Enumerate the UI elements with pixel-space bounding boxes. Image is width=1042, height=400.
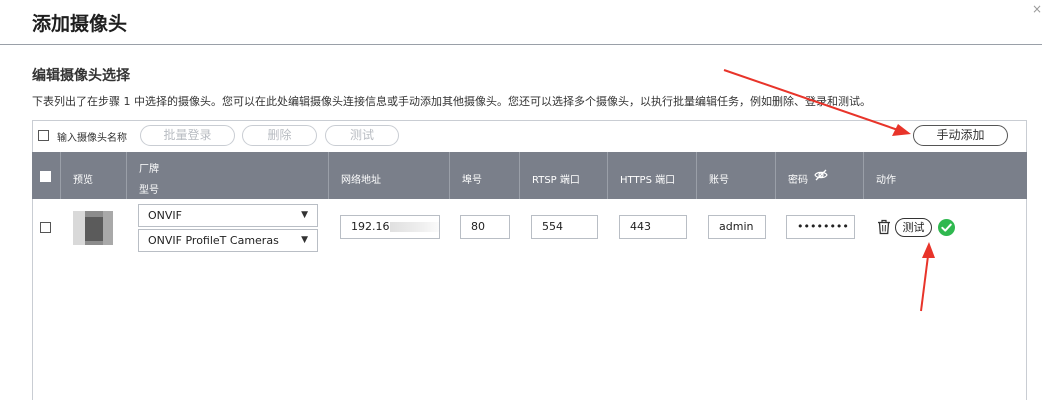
chevron-down-icon: ▼ [301, 210, 308, 220]
col-model: 型号 [139, 185, 159, 196]
col-vendor: 厂牌 [139, 164, 159, 175]
rtsp-port-input[interactable]: 554 [531, 215, 598, 239]
section-title: 编辑摄像头选择 [32, 68, 130, 84]
col-account: 账号 [696, 152, 775, 199]
port-input[interactable]: 80 [460, 215, 510, 239]
col-preview: 预览 [60, 152, 126, 199]
dialog-title: 添加摄像头 [32, 13, 128, 35]
col-address: 网络地址 [328, 152, 449, 199]
vendor-select[interactable]: ONVIF ▼ [138, 204, 318, 227]
select-all-checkbox[interactable] [40, 171, 51, 182]
dialog-header: 添加摄像头 × [0, 0, 1042, 45]
test-button[interactable]: 测试 [325, 125, 399, 146]
batch-login-button[interactable]: 批量登录 [140, 125, 235, 146]
delete-button[interactable]: 删除 [242, 125, 317, 146]
password-input[interactable]: •••••••• [786, 215, 855, 239]
camera-preview-thumbnail [73, 211, 113, 245]
close-icon[interactable]: × [1032, 2, 1042, 16]
model-select[interactable]: ONVIF ProfileT Cameras ▼ [138, 229, 318, 252]
col-action: 动作 [863, 152, 1027, 199]
trash-icon[interactable] [877, 219, 891, 235]
toolbar: 输入摄像头名称 批量登录 删除 测试 手动添加 [32, 125, 1027, 147]
col-https-port: HTTPS 端口 [607, 152, 696, 199]
col-port: 埠号 [449, 152, 519, 199]
eye-off-icon[interactable] [814, 168, 828, 182]
account-input[interactable]: admin [708, 215, 766, 239]
row-checkbox[interactable] [40, 222, 51, 233]
https-port-input[interactable]: 443 [619, 215, 687, 239]
col-password: 密码 [775, 152, 863, 199]
table-row: ONVIF ▼ ONVIF ProfileT Cameras ▼ 192.16 … [32, 199, 1027, 269]
select-all-checkbox-toolbar[interactable] [38, 130, 49, 141]
table-header: 预览 厂牌 型号 网络地址 埠号 RTSP 端口 HTTPS 端口 账号 密码 … [32, 152, 1027, 199]
check-circle-icon [938, 219, 955, 236]
col-vendor-model: 厂牌 型号 [126, 152, 328, 199]
row-test-button[interactable]: 测试 [895, 218, 932, 237]
section-description: 下表列出了在步骤 1 中选择的摄像头。您可以在此处编辑摄像头连接信息或手动添加其… [32, 95, 871, 108]
manual-add-button[interactable]: 手动添加 [913, 125, 1008, 146]
col-rtsp-port: RTSP 端口 [519, 152, 607, 199]
camera-name-search-input[interactable]: 输入摄像头名称 [57, 129, 127, 144]
address-input[interactable]: 192.16 [340, 215, 440, 239]
redacted-address [389, 222, 439, 232]
chevron-down-icon: ▼ [301, 235, 308, 245]
